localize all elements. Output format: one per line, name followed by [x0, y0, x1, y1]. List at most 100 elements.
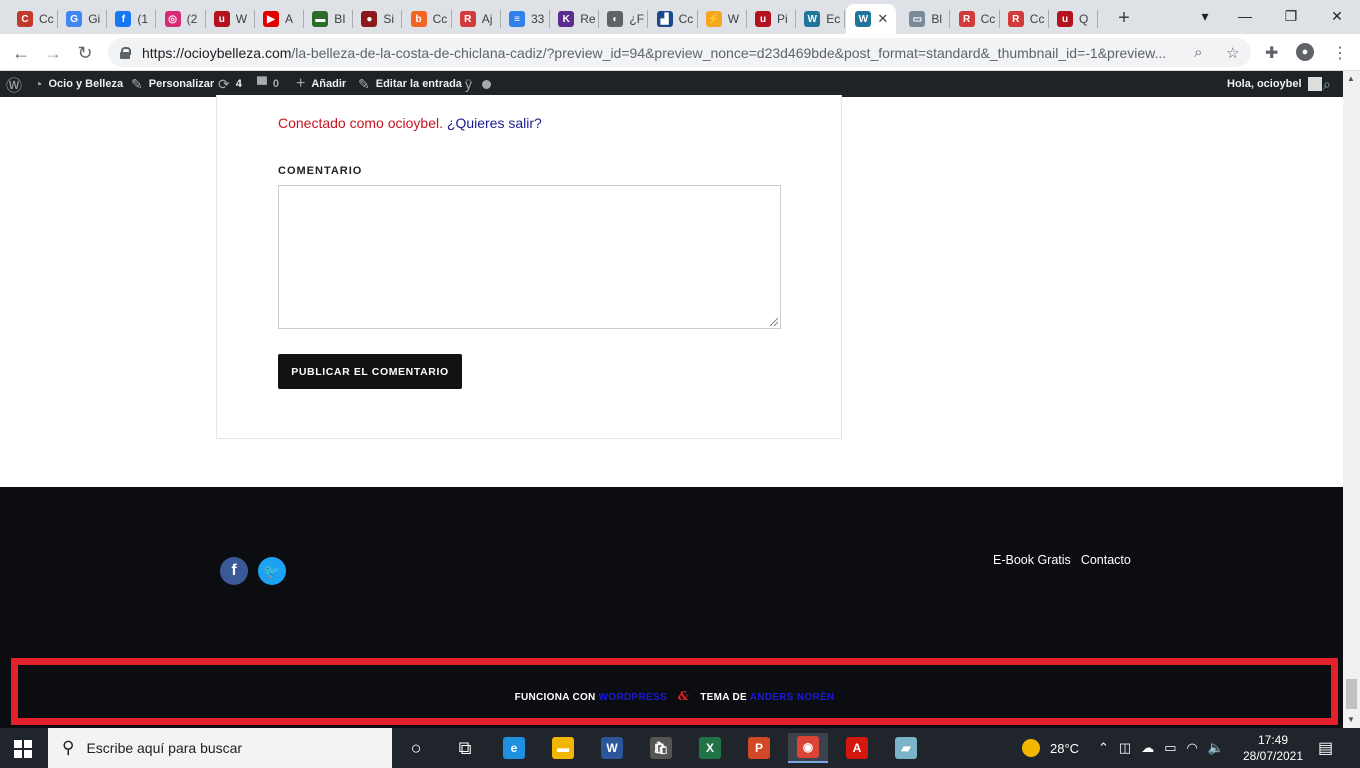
close-window-button[interactable]: ✕	[1314, 0, 1360, 32]
file-explorer-icon: ▬	[552, 737, 574, 759]
taskbar-app-file-explorer[interactable]: ▬	[543, 733, 583, 763]
taskbar-app-notes[interactable]: ▰	[886, 733, 926, 763]
taskbar-app-powerpoint[interactable]: P	[739, 733, 779, 763]
browser-tab[interactable]: ▬ BI	[303, 4, 351, 34]
adminbar-search-icon[interactable]: ⌕	[1323, 71, 1331, 97]
submit-comment-button[interactable]: PUBLICAR EL COMENTARIO	[278, 354, 462, 389]
browser-tab[interactable]: G Gi	[57, 4, 105, 34]
weather-widget[interactable]: 28°C	[1022, 728, 1079, 768]
taskbar-app-excel[interactable]: X	[690, 733, 730, 763]
footer-link-ebook[interactable]: E-Book Gratis	[993, 553, 1071, 567]
tab-favicon-icon: ≡	[509, 11, 525, 27]
browser-tab[interactable]: R Aj	[451, 4, 499, 34]
taskbar-app-word[interactable]: W	[592, 733, 632, 763]
new-tab-button[interactable]: +	[1112, 6, 1136, 30]
volume-icon[interactable]: 🔈	[1208, 740, 1224, 756]
tab-title: BI	[334, 12, 346, 26]
browser-tab[interactable]: uW	[205, 4, 253, 34]
browser-tab[interactable]: f (1	[106, 4, 154, 34]
wifi-icon[interactable]: ◠	[1187, 740, 1198, 756]
browser-tab[interactable]: ▶ A	[254, 4, 302, 34]
back-arrow-icon[interactable]: ←	[8, 40, 34, 66]
browser-tab[interactable]: K Re	[549, 4, 597, 34]
browser-tab[interactable]: uQ	[1048, 4, 1096, 34]
adminbar-comments[interactable]: ▀ 0	[257, 71, 279, 97]
notification-center-icon[interactable]: ▤	[1318, 728, 1333, 768]
maximize-button[interactable]: ❐	[1268, 0, 1314, 32]
browser-tab[interactable]: W Ec	[795, 4, 843, 34]
tab-title: W	[727, 12, 740, 26]
wordpress-logo-icon[interactable]: Ⓦ	[6, 71, 28, 97]
yoast-seo-icon[interactable]: ÿ	[465, 71, 491, 97]
browser-tab[interactable]: ▟ Cc	[648, 4, 696, 34]
clock-time: 17:49	[1257, 733, 1289, 747]
lock-icon[interactable]	[120, 46, 131, 59]
browser-tab[interactable]: C Cc	[8, 4, 56, 34]
url-text[interactable]: https://ocioybelleza.com/la-belleza-de-l…	[142, 45, 1182, 61]
adminbar-updates[interactable]: ⟳ 4	[218, 71, 242, 97]
browser-tab-active[interactable]: W ✕	[846, 4, 897, 34]
onedrive-cloud-icon[interactable]: ☁	[1141, 740, 1154, 756]
taskbar-app-chrome[interactable]: ◉	[788, 733, 828, 763]
extensions-puzzle-icon[interactable]: ✚	[1265, 43, 1278, 63]
zoom-search-icon[interactable]: ⌕	[1194, 44, 1202, 61]
browser-tab[interactable]: R Cc	[950, 4, 998, 34]
credits-author-link[interactable]: ANDERS NORÉN	[750, 692, 835, 703]
tab-title: (2	[186, 12, 198, 26]
resize-grip-icon[interactable]	[770, 318, 778, 326]
profile-avatar-icon[interactable]: ●	[1296, 43, 1314, 61]
adminbar-edit-post[interactable]: ✎ Editar la entrada	[358, 71, 462, 97]
adminbar-my-account[interactable]: Hola, ocioybel	[1227, 71, 1322, 97]
forward-arrow-icon[interactable]: →	[40, 40, 66, 66]
comment-textarea[interactable]	[278, 185, 781, 329]
brush-icon: ✎	[131, 75, 143, 92]
tab-separator	[844, 10, 846, 28]
tab-favicon-icon: W	[804, 11, 821, 27]
taskbar-search-box[interactable]: ⚲ Escribe aquí para buscar	[48, 728, 392, 768]
tab-close-icon[interactable]: ✕	[877, 11, 888, 27]
twitter-icon[interactable]: 🐦	[258, 557, 286, 585]
minimize-button[interactable]: —	[1222, 0, 1268, 32]
browser-tab[interactable]: ◐ ¿F	[598, 4, 646, 34]
browser-tab[interactable]: ▭ Bl	[900, 4, 948, 34]
scroll-up-arrow-icon[interactable]: ▲	[1347, 74, 1355, 83]
scroll-thumb[interactable]	[1346, 679, 1357, 709]
reload-icon[interactable]: ↻	[72, 40, 98, 66]
facebook-icon[interactable]: f	[220, 557, 248, 585]
browser-tab[interactable]: ≡ 33	[500, 4, 548, 34]
tab-favicon-icon: ▬	[312, 11, 329, 27]
taskbar-app-edge[interactable]: e	[494, 733, 534, 763]
excel-icon: X	[699, 737, 721, 759]
taskbar-app-task-view[interactable]: ○	[396, 733, 436, 763]
meet-now-icon[interactable]: ◫	[1119, 740, 1131, 756]
logout-link[interactable]: ¿Quieres salir?	[447, 115, 542, 131]
taskbar-app-acrobat[interactable]: A	[837, 733, 877, 763]
taskbar-app-store[interactable]: 🛍	[641, 733, 681, 763]
page-scrollbar[interactable]: ▲ ▼	[1343, 71, 1360, 728]
browser-tab[interactable]: R Cc	[999, 4, 1047, 34]
tab-favicon-icon: ▭	[909, 11, 926, 27]
scroll-down-arrow-icon[interactable]: ▼	[1347, 715, 1355, 724]
chrome-menu-icon[interactable]: ⋮	[1332, 43, 1348, 63]
chevron-up-icon[interactable]: ⌃	[1098, 740, 1109, 756]
adminbar-site-name[interactable]: ◔ Ocio y Belleza	[34, 71, 123, 97]
browser-tab[interactable]: ◎ (2	[156, 4, 204, 34]
adminbar-customize[interactable]: ✎ Personalizar	[131, 71, 214, 97]
windows-start-icon[interactable]	[14, 740, 32, 758]
bookmark-star-icon[interactable]: ☆	[1226, 44, 1239, 62]
footer-link-contact[interactable]: Contacto	[1081, 553, 1131, 567]
credits-wordpress-link[interactable]: WORDPRESS	[599, 692, 667, 703]
address-bar[interactable]: https://ocioybelleza.com/la-belleza-de-l…	[108, 38, 1251, 67]
taskbar-app-timeline[interactable]: ⧉	[445, 733, 485, 763]
task-view-icon: ○	[410, 737, 422, 758]
adminbar-add-new[interactable]: + Añadir	[296, 71, 346, 97]
battery-icon[interactable]: ▭	[1164, 740, 1176, 756]
browser-tab[interactable]: b Cc	[402, 4, 450, 34]
taskbar-clock[interactable]: 17:49 28/07/2021	[1240, 732, 1306, 764]
browser-tab[interactable]: ● Si	[352, 4, 400, 34]
browser-tab[interactable]: u Pi	[746, 4, 794, 34]
credits-theme-prefix: TEMA DE	[700, 692, 747, 703]
logged-in-as-link[interactable]: Conectado como ocioybel.	[278, 115, 443, 131]
store-icon: 🛍	[650, 737, 672, 759]
browser-tab[interactable]: ⚡ W	[697, 4, 745, 34]
